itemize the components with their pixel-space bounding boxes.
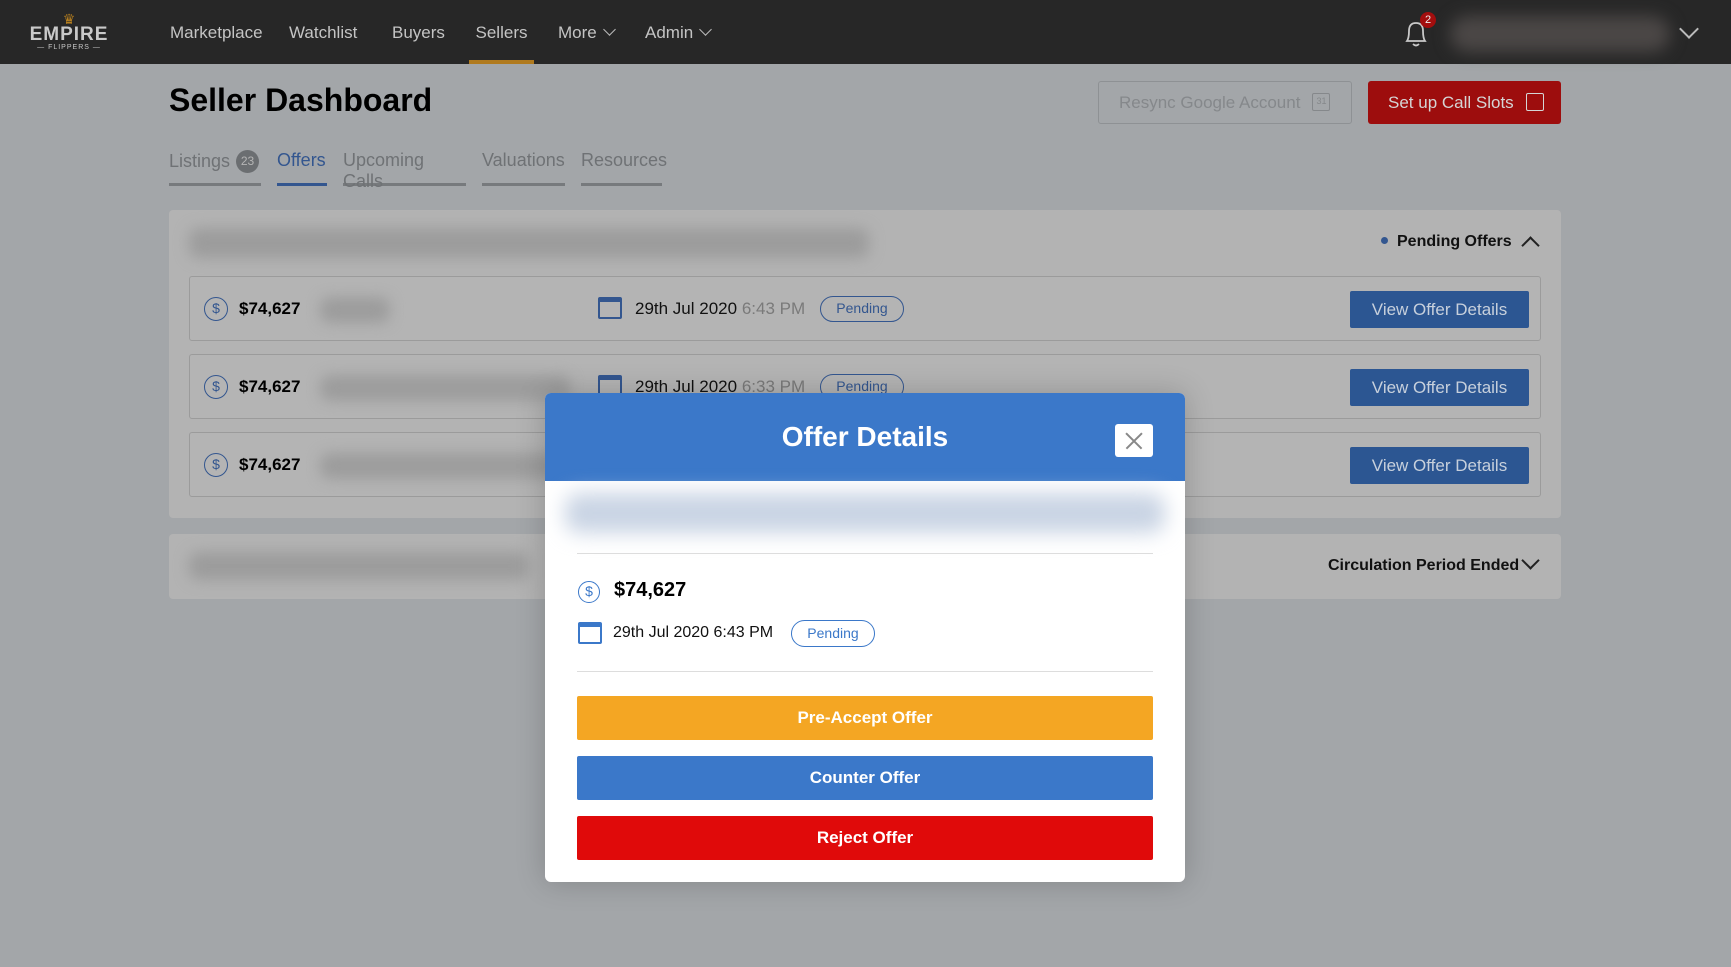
circulation-ended-label: Circulation Period Ended [1328, 557, 1520, 574]
view-offer-details-button[interactable]: View Offer Details [1350, 447, 1529, 484]
listings-count-badge: 23 [236, 150, 260, 173]
offer-date: 29th Jul 2020 6:43 PM [635, 299, 805, 319]
chevron-up-icon[interactable] [1521, 236, 1540, 255]
view-offer-details-button[interactable]: View Offer Details [1350, 291, 1529, 328]
nav-marketplace[interactable]: Marketplace [170, 0, 263, 64]
view-offer-details-button[interactable]: View Offer Details [1350, 369, 1529, 406]
listing-title-redacted [189, 552, 529, 580]
reject-offer-button[interactable]: Reject Offer [577, 816, 1153, 860]
nav-buyers[interactable]: Buyers [392, 0, 445, 64]
status-badge: Pending [791, 620, 875, 647]
calendar-icon [598, 297, 622, 319]
divider [577, 553, 1153, 554]
redacted-text [320, 297, 390, 323]
chevron-down-icon [602, 23, 616, 36]
google-calendar-icon: 31 [1312, 92, 1331, 111]
counter-offer-button[interactable]: Counter Offer [577, 756, 1153, 800]
offer-amount: $74,627 [239, 455, 301, 474]
offer-amount: $74,627 [614, 579, 687, 601]
pending-offers-label: Pending Offers [1397, 233, 1512, 250]
page-title: Seller Dashboard [169, 82, 433, 118]
empire-flippers-logo[interactable]: ♛ EMPIRE — FLIPPERS — [28, 12, 110, 56]
chevron-down-icon [699, 23, 713, 36]
listing-title-redacted [189, 228, 869, 258]
set-up-call-slots-button[interactable]: Set up Call Slots [1368, 81, 1561, 124]
nav-admin-label: Admin [645, 23, 694, 42]
nav-sellers[interactable]: Sellers [469, 0, 534, 64]
user-menu-redacted[interactable] [1450, 16, 1670, 52]
status-badge: Pending [820, 296, 904, 322]
chevron-down-icon[interactable] [1679, 19, 1699, 39]
chevron-down-icon[interactable] [1521, 551, 1540, 570]
redacted-text [320, 375, 570, 401]
resync-label: Resync Google Account [1119, 93, 1301, 112]
tab-label: Listings [169, 151, 231, 171]
offer-amount: $74,627 [239, 299, 301, 318]
tab-offers[interactable]: Offers [277, 150, 327, 186]
resync-google-account-button[interactable]: Resync Google Account 31 [1098, 81, 1352, 124]
divider [577, 671, 1153, 672]
listing-title-redacted [565, 493, 1165, 533]
calendar-icon [1525, 92, 1544, 111]
dollar-icon: $ [204, 297, 228, 321]
date: 29th Jul 2020 [635, 299, 738, 318]
time: 6:43 PM [741, 299, 806, 318]
modal-title: Offer Details [545, 393, 1185, 481]
nav-admin[interactable]: Admin [645, 0, 713, 64]
offer-datetime: 29th Jul 2020 6:43 PM [613, 624, 774, 641]
close-icon[interactable] [1115, 424, 1153, 457]
status-dot [1381, 237, 1388, 244]
top-nav: ♛ EMPIRE — FLIPPERS — Marketplace Watchl… [0, 0, 1731, 64]
offer-row: $ $74,627 29th Jul 2020 6:43 PM Pending … [189, 276, 1541, 341]
slots-label: Set up Call Slots [1388, 93, 1514, 112]
tab-resources[interactable]: Resources [581, 150, 667, 186]
tab-listings[interactable]: Listings 23 [169, 150, 261, 186]
tab-valuations[interactable]: Valuations [482, 150, 565, 186]
pre-accept-offer-button[interactable]: Pre-Accept Offer [577, 696, 1153, 740]
calendar-icon [578, 622, 602, 644]
dollar-icon: $ [578, 581, 600, 603]
tab-upcoming-calls[interactable]: Upcoming Calls [343, 150, 466, 191]
offer-details-modal: Offer Details $ $74,627 29th Jul 2020 6:… [545, 393, 1185, 882]
dollar-icon: $ [204, 375, 228, 399]
notification-badge: 2 [1420, 12, 1436, 28]
nav-watchlist[interactable]: Watchlist [289, 0, 357, 64]
offer-amount: $74,627 [239, 377, 301, 396]
dollar-icon: $ [204, 453, 228, 477]
nav-more[interactable]: More [558, 0, 616, 64]
nav-more-label: More [558, 23, 597, 42]
redacted-text [320, 453, 560, 479]
